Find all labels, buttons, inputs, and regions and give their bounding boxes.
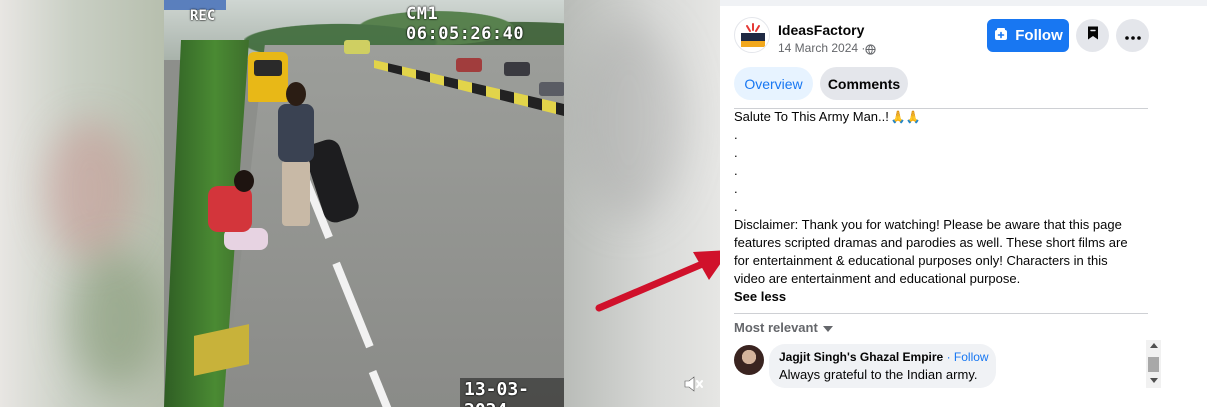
page-name-link[interactable]: IdeasFactory [778, 22, 864, 38]
osd-rec-label: REC [190, 8, 216, 24]
caption-dot: . [734, 181, 738, 196]
tab-comments[interactable]: Comments [820, 67, 908, 100]
bookmark-icon [1086, 25, 1100, 46]
disclaimer-line: for entertainment & educational purposes… [734, 253, 1108, 268]
follow-page-icon [993, 26, 1009, 46]
comment-follow-link[interactable]: · Follow [947, 350, 989, 364]
divider [734, 313, 1148, 314]
comment-text: Always grateful to the Indian army. [779, 367, 978, 382]
tab-overview[interactable]: Overview [734, 67, 813, 100]
comment-bubble: Jagjit Singh's Ghazal Empire · Follow Al… [769, 344, 996, 388]
comment-author-name[interactable]: Jagjit Singh's Ghazal Empire [779, 350, 943, 364]
disclaimer-line: features scripted dramas and parodies as… [734, 235, 1128, 250]
caption-dot: . [734, 145, 738, 160]
disclaimer-line: video are entertainment and educational … [734, 271, 1021, 286]
caption-dot: . [734, 127, 738, 142]
folded-hands-emoji: 🙏🙏 [890, 110, 921, 124]
chevron-down-icon [822, 320, 833, 335]
comment-sort-label: Most relevant [734, 320, 818, 335]
follow-button[interactable]: Follow [987, 19, 1069, 52]
caption-headline: Salute To This Army Man..! [734, 109, 889, 124]
caption-dot: . [734, 199, 738, 214]
scroll-down-arrow-icon[interactable] [1150, 378, 1158, 383]
post-date[interactable]: 14 March 2024 · [778, 41, 865, 55]
video-blur-background-left [0, 0, 164, 407]
osd-date: 13-03-2024 [460, 378, 564, 407]
see-less-link[interactable]: See less [734, 288, 786, 306]
scroll-thumb[interactable] [1148, 357, 1159, 372]
video-blur-background-right [564, 0, 720, 407]
comment-sort-dropdown[interactable]: Most relevant [734, 320, 833, 335]
girl-figure [204, 170, 274, 270]
video-player[interactable]: REC CM1 06:05:26:40 13-03-2024 [0, 0, 720, 407]
comment-author-row: Jagjit Singh's Ghazal Empire · Follow [779, 350, 989, 364]
scroll-up-arrow-icon[interactable] [1150, 343, 1158, 348]
disclaimer-line: Disclaimer: Thank you for watching! Plea… [734, 217, 1122, 232]
page-avatar[interactable] [734, 17, 770, 53]
post-caption: Salute To This Army Man..! 🙏🙏 . . . . . … [734, 108, 1144, 306]
caption-dot: . [734, 163, 738, 178]
comments-scrollbar[interactable] [1146, 340, 1161, 388]
man-figure [276, 82, 316, 232]
video-frame: REC CM1 06:05:26:40 13-03-2024 [164, 0, 564, 407]
save-button[interactable] [1076, 19, 1109, 52]
caption-first-line: Salute To This Army Man..! 🙏🙏 [734, 108, 1144, 126]
more-options-button[interactable] [1116, 19, 1149, 52]
speaker-muted-icon[interactable] [681, 372, 707, 396]
follow-button-label: Follow [1015, 27, 1063, 44]
comment-author-avatar[interactable] [734, 345, 764, 375]
globe-icon [865, 42, 876, 55]
more-icon [1124, 27, 1141, 45]
osd-camera-timestamp: CM1 06:05:26:40 [406, 4, 525, 44]
